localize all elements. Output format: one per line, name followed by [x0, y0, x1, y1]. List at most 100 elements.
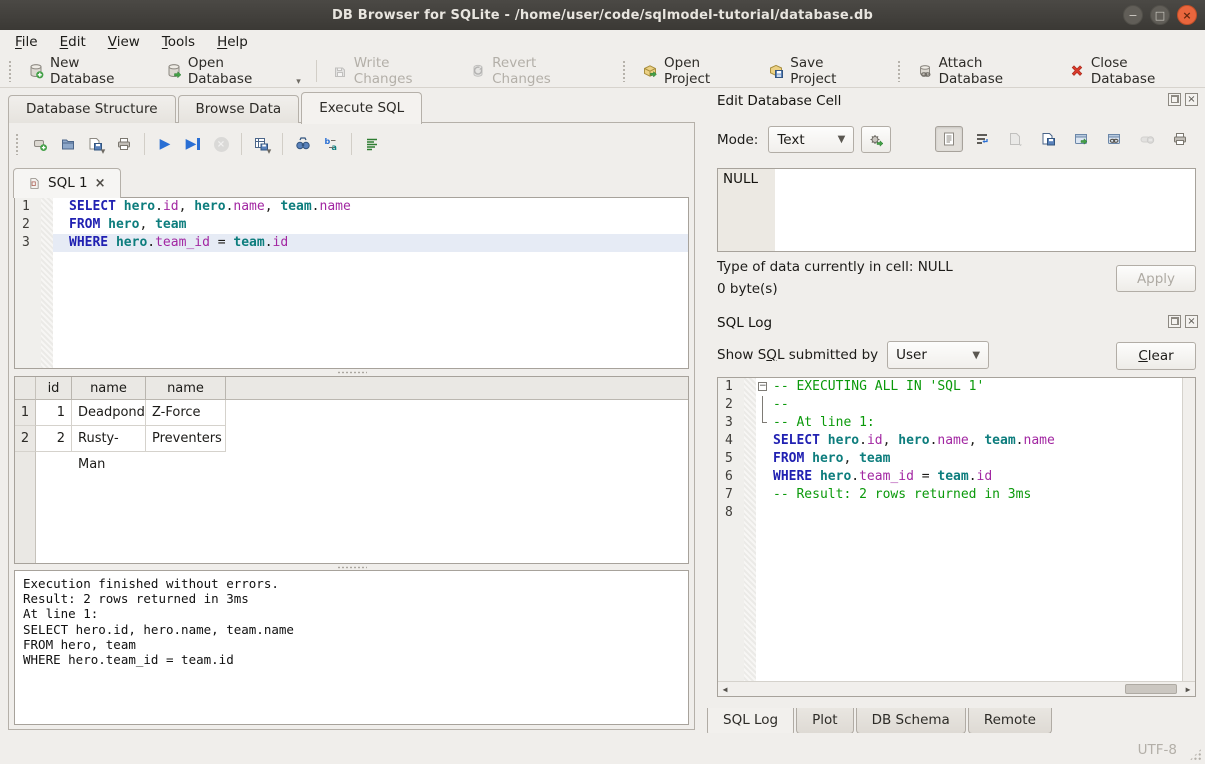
find-icon — [295, 136, 311, 152]
dock-float-icon[interactable] — [1168, 315, 1181, 328]
sql1-tab-close-icon[interactable]: × — [95, 177, 106, 190]
menu-file[interactable]: File — [4, 31, 49, 53]
results-cell[interactable]: Z-Force — [146, 400, 226, 426]
dock-close-icon[interactable]: × — [1185, 315, 1198, 328]
results-cell[interactable]: Deadpond — [72, 400, 146, 426]
encoding-indicator[interactable]: UTF-8 — [1138, 742, 1177, 758]
titlebar[interactable]: DB Browser for SQLite - /home/user/code/… — [0, 0, 1205, 30]
open-sql-file-button[interactable] — [54, 131, 82, 157]
cell-export-button[interactable] — [1034, 126, 1062, 152]
export-save-icon — [1040, 131, 1056, 147]
results-column-header[interactable]: id — [36, 377, 72, 400]
log-horizontal-scrollbar[interactable]: ◀ ▶ — [718, 681, 1195, 696]
open-project-button[interactable]: Open Project — [633, 51, 759, 91]
sql-toolbar-separator — [144, 133, 145, 155]
tab-execute-sql[interactable]: Execute SQL — [301, 92, 422, 124]
results-column-header[interactable]: name — [146, 377, 226, 400]
close-database-button[interactable]: Close Database — [1060, 51, 1205, 91]
revert-changes-button: Revert Changes — [461, 51, 608, 91]
cell-word-wrap-button[interactable] — [968, 126, 996, 152]
clear-log-button[interactable]: Clear — [1116, 342, 1196, 370]
execute-all-button[interactable]: ▶ — [151, 131, 179, 157]
menu-tools[interactable]: Tools — [151, 31, 206, 53]
cell-text-mode-button[interactable] — [935, 126, 963, 152]
tab-sql-log[interactable]: SQL Log — [707, 708, 794, 736]
attach-database-icon — [917, 63, 933, 79]
editor-line-current[interactable]: 3 WHERE hero.team_id = team.id — [15, 234, 688, 252]
close-button[interactable]: × — [1177, 5, 1197, 25]
tab-browse-data[interactable]: Browse Data — [178, 95, 300, 123]
tab-database-structure[interactable]: Database Structure — [8, 95, 176, 123]
minimize-button[interactable]: − — [1123, 5, 1143, 25]
dock-area: Edit Database Cell × Mode: Text ▼ — [705, 88, 1205, 733]
cell-print-button[interactable] — [1166, 126, 1194, 152]
find-button[interactable] — [289, 131, 317, 157]
scroll-left-icon[interactable]: ◀ — [718, 685, 732, 694]
resize-grip[interactable] — [1189, 748, 1202, 761]
edit-cell-dock-title: Edit Database Cell — [717, 93, 841, 109]
execution-message[interactable]: Execution finished without errors. Resul… — [14, 570, 689, 725]
save-sql-file-button[interactable]: ▾ — [82, 131, 110, 157]
cell-link-button[interactable] — [1100, 126, 1128, 152]
cell-import-button — [1001, 126, 1029, 152]
print-sql-button[interactable] — [110, 131, 138, 157]
save-sql-dropdown-icon[interactable]: ▾ — [101, 147, 106, 157]
find-replace-button[interactable]: ba — [317, 131, 345, 157]
sql-document-icon — [28, 177, 41, 190]
sql-log-view[interactable]: 1 − -- EXECUTING ALL IN 'SQL 1' 2 -- 3 -… — [717, 377, 1196, 697]
find-replace-icon: ba — [323, 136, 339, 152]
sql-log-dock-title: SQL Log — [717, 315, 772, 331]
sql-toolbar-grip[interactable] — [15, 133, 20, 155]
execute-line-button[interactable]: ▶ — [179, 131, 207, 157]
print-icon — [1172, 131, 1188, 147]
editor-line[interactable]: 1 SELECT hero.id, hero.name, team.name — [15, 198, 688, 216]
results-column-header[interactable]: name — [72, 377, 146, 400]
mode-combobox[interactable]: Text ▼ — [768, 126, 854, 153]
tab-plot[interactable]: Plot — [796, 708, 853, 734]
sql1-tab[interactable]: SQL 1 × — [13, 168, 121, 198]
results-cell[interactable]: Preventers — [146, 426, 226, 452]
save-project-button[interactable]: Save Project — [759, 51, 882, 91]
open-database-dropdown-icon[interactable]: ▾ — [296, 77, 301, 87]
cell-value-editor[interactable]: NULL — [717, 168, 1196, 252]
save-results-button[interactable]: ▾ — [248, 131, 276, 157]
results-row-header[interactable]: 1 — [15, 400, 36, 426]
tab-db-schema[interactable]: DB Schema — [856, 708, 966, 734]
log-vertical-scrollbar[interactable] — [1182, 378, 1195, 681]
sql-editor[interactable]: 1 SELECT hero.id, hero.name, team.name 2… — [14, 197, 689, 369]
results-cell[interactable]: 1 — [36, 400, 72, 426]
toolbar-grip[interactable] — [897, 60, 902, 82]
menu-edit[interactable]: Edit — [49, 31, 97, 53]
log-line: 8 — [718, 504, 1195, 522]
menu-help[interactable]: Help — [206, 31, 259, 53]
log-filter-combobox[interactable]: User ▼ — [887, 341, 989, 369]
log-line: 2 -- — [718, 396, 1195, 414]
open-database-button[interactable]: Open Database ▾ — [157, 51, 310, 91]
attach-database-button[interactable]: Attach Database — [908, 51, 1060, 91]
toolbar-grip[interactable] — [8, 60, 13, 82]
format-sql-button[interactable] — [358, 131, 386, 157]
maximize-button[interactable]: □ — [1150, 5, 1170, 25]
results-cell[interactable]: 2 — [36, 426, 72, 452]
link-icon — [1106, 131, 1122, 147]
results-cell[interactable]: Rusty-Man — [72, 426, 146, 452]
dock-float-icon[interactable] — [1168, 93, 1181, 106]
cell-editor-gutter: NULL — [718, 169, 775, 251]
editor-results-splitter[interactable] — [14, 369, 689, 375]
save-results-dropdown-icon[interactable]: ▾ — [267, 147, 272, 157]
menu-view[interactable]: View — [97, 31, 151, 53]
new-database-button[interactable]: New Database — [19, 51, 157, 91]
tab-remote[interactable]: Remote — [968, 708, 1052, 734]
results-corner-header[interactable] — [15, 377, 36, 400]
new-sql-tab-button[interactable] — [26, 131, 54, 157]
auto-apply-button[interactable] — [861, 126, 891, 153]
scroll-right-icon[interactable]: ▶ — [1181, 685, 1195, 694]
dock-close-icon[interactable]: × — [1185, 93, 1198, 106]
scroll-thumb[interactable] — [1125, 684, 1177, 694]
cell-open-external-button[interactable] — [1067, 126, 1095, 152]
toolbar-grip[interactable] — [622, 60, 627, 82]
open-file-icon — [60, 136, 76, 152]
editor-line[interactable]: 2 FROM hero, team — [15, 216, 688, 234]
results-row-header[interactable]: 2 — [15, 426, 36, 452]
fold-collapse-icon[interactable]: − — [758, 382, 767, 391]
